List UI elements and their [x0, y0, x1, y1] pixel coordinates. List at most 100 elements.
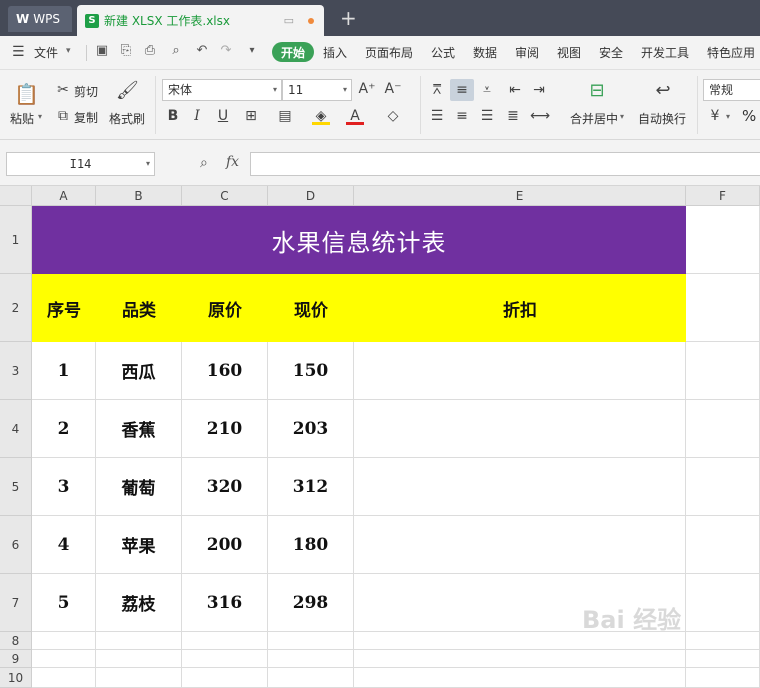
menu-developer[interactable]: 开发工具	[641, 44, 689, 61]
column-header-b[interactable]: B	[96, 186, 182, 206]
column-header-f[interactable]: F	[686, 186, 760, 206]
file-tab[interactable]: S 新建 XLSX 工作表.xlsx ▭	[77, 5, 324, 36]
table-cell-b6[interactable]: 苹果	[96, 516, 182, 574]
font-color-icon[interactable]: A	[346, 107, 364, 125]
cell-d9[interactable]	[268, 650, 354, 668]
row-header-2[interactable]: 2	[0, 274, 32, 342]
table-cell-b7[interactable]: 荔枝	[96, 574, 182, 632]
menu-file[interactable]: 文件	[34, 44, 58, 61]
wrap-text-icon[interactable]: ↩	[652, 82, 674, 104]
cell-f4[interactable]	[686, 400, 760, 458]
table-cell-b5[interactable]: 葡萄	[96, 458, 182, 516]
font-size-select[interactable]: 11 ▾	[282, 79, 352, 101]
row-header-3[interactable]: 3	[0, 342, 32, 400]
increase-font-icon[interactable]: A⁺	[358, 80, 376, 98]
row-header-8[interactable]: 8	[0, 632, 32, 650]
undo-icon[interactable]: ↶	[194, 43, 210, 59]
table-cell-d6[interactable]: 180	[268, 516, 354, 574]
merge-center-button[interactable]: 合并居中	[570, 110, 618, 127]
table-cell-a6[interactable]: 4	[32, 516, 96, 574]
chevron-down-icon[interactable]: ▾	[38, 112, 42, 121]
format-painter-icon[interactable]: 🖌	[116, 82, 139, 104]
header-cell-seq[interactable]: 序号	[32, 274, 96, 342]
distributed-icon[interactable]: ⟷	[530, 107, 550, 125]
export-icon[interactable]: ⎘	[118, 43, 134, 59]
cell-f2[interactable]	[686, 274, 760, 342]
table-cell-b3[interactable]: 西瓜	[96, 342, 182, 400]
font-name-select[interactable]: 宋体 ▾	[162, 79, 282, 101]
row-header-7[interactable]: 7	[0, 574, 32, 632]
header-cell-original-price[interactable]: 原价	[182, 274, 268, 342]
indent-increase-icon[interactable]: ⇥	[530, 81, 548, 99]
table-cell-d5[interactable]: 312	[268, 458, 354, 516]
format-painter-button[interactable]: 格式刷	[109, 110, 145, 127]
table-cell-e3[interactable]	[354, 342, 686, 400]
copy-button[interactable]: 复制	[74, 109, 98, 126]
print-preview-icon[interactable]: ⌕	[168, 43, 184, 59]
cut-button[interactable]: 剪切	[74, 83, 98, 100]
align-middle-icon[interactable]: ≡	[453, 81, 471, 99]
row-header-4[interactable]: 4	[0, 400, 32, 458]
cell-c8[interactable]	[182, 632, 268, 650]
borders-icon[interactable]: ⊞	[242, 107, 260, 125]
table-cell-a5[interactable]: 3	[32, 458, 96, 516]
table-cell-d4[interactable]: 203	[268, 400, 354, 458]
cell-e10[interactable]	[354, 668, 686, 688]
column-header-e[interactable]: E	[354, 186, 686, 206]
align-center-icon[interactable]: ≡	[453, 107, 471, 125]
align-right-icon[interactable]: ☰	[478, 107, 496, 125]
menu-home-tab[interactable]: 开始	[272, 42, 314, 62]
underline-icon[interactable]: U	[214, 107, 232, 125]
menu-page-layout[interactable]: 页面布局	[365, 44, 413, 61]
wrap-text-button[interactable]: 自动换行	[638, 110, 686, 127]
italic-icon[interactable]: I	[188, 107, 206, 125]
menu-special[interactable]: 特色应用	[707, 44, 755, 61]
menu-hamburger-icon[interactable]: ☰	[12, 44, 25, 60]
row-header-9[interactable]: 9	[0, 650, 32, 668]
row-header-5[interactable]: 5	[0, 458, 32, 516]
table-cell-e5[interactable]	[354, 458, 686, 516]
customize-dropdown-icon[interactable]: ▾	[244, 43, 260, 59]
cell-f3[interactable]	[686, 342, 760, 400]
table-cell-a4[interactable]: 2	[32, 400, 96, 458]
table-cell-c3[interactable]: 160	[182, 342, 268, 400]
align-bottom-icon[interactable]: ⩡	[478, 81, 496, 99]
table-cell-a3[interactable]: 1	[32, 342, 96, 400]
table-cell-c5[interactable]: 320	[182, 458, 268, 516]
cell-f10[interactable]	[686, 668, 760, 688]
redo-icon[interactable]: ↷	[218, 43, 234, 59]
cell-c9[interactable]	[182, 650, 268, 668]
cell-f7[interactable]	[686, 574, 760, 632]
menu-formulas[interactable]: 公式	[431, 44, 455, 61]
cell-e9[interactable]	[354, 650, 686, 668]
header-cell-current-price[interactable]: 现价	[268, 274, 354, 342]
new-tab-button[interactable]: +	[340, 6, 357, 30]
save-icon[interactable]: ▣	[94, 43, 110, 59]
monitor-icon[interactable]: ▭	[284, 14, 294, 27]
cell-f8[interactable]	[686, 632, 760, 650]
merge-center-icon[interactable]: ⊟	[586, 82, 608, 104]
indent-decrease-icon[interactable]: ⇤	[506, 81, 524, 99]
column-header-d[interactable]: D	[268, 186, 354, 206]
table-cell-c4[interactable]: 210	[182, 400, 268, 458]
row-header-10[interactable]: 10	[0, 668, 32, 688]
row-header-1[interactable]: 1	[0, 206, 32, 274]
paste-icon[interactable]: 📋	[14, 82, 39, 106]
cell-c10[interactable]	[182, 668, 268, 688]
menu-review[interactable]: 审阅	[515, 44, 539, 61]
table-cell-c6[interactable]: 200	[182, 516, 268, 574]
table-cell-d3[interactable]: 150	[268, 342, 354, 400]
column-header-c[interactable]: C	[182, 186, 268, 206]
select-all-corner[interactable]	[0, 186, 32, 206]
fx-button[interactable]: fx	[226, 154, 239, 170]
table-cell-e6[interactable]	[354, 516, 686, 574]
row-header-6[interactable]: 6	[0, 516, 32, 574]
cell-b8[interactable]	[96, 632, 182, 650]
cell-a10[interactable]	[32, 668, 96, 688]
name-box[interactable]: I14 ▾	[6, 152, 155, 176]
menu-data[interactable]: 数据	[473, 44, 497, 61]
zoom-lookup-icon[interactable]: ⌕	[200, 155, 208, 171]
chevron-down-icon[interactable]: ▾	[620, 112, 624, 121]
fill-color-icon[interactable]: ◈	[312, 107, 330, 125]
column-header-a[interactable]: A	[32, 186, 96, 206]
